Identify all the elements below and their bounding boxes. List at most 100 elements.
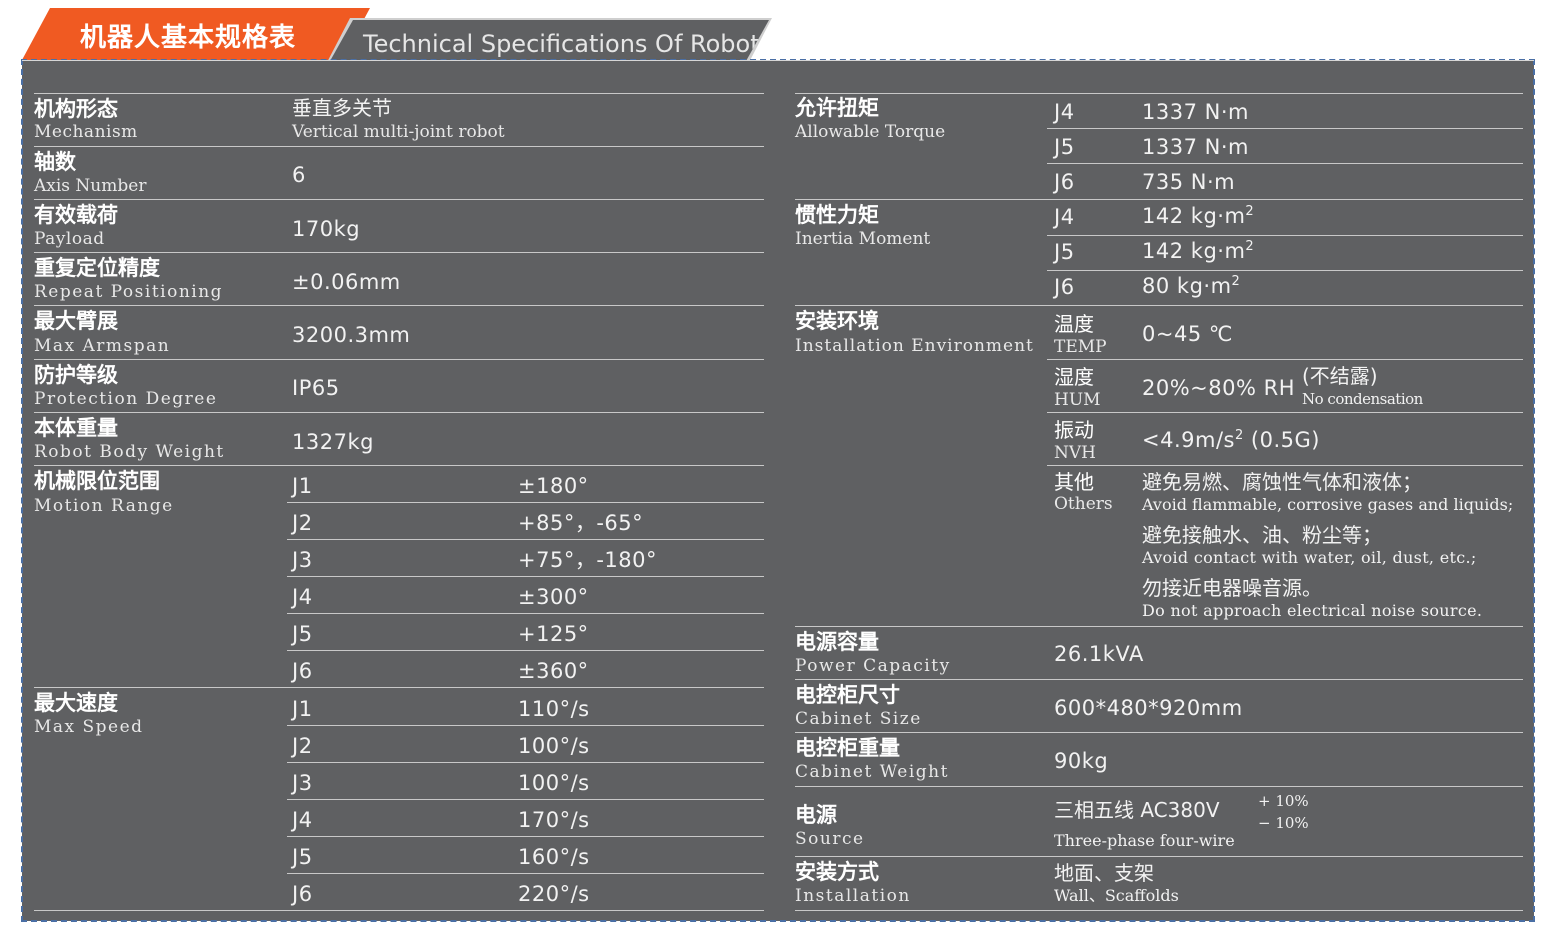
power-value: 26.1kVA bbox=[1054, 642, 1144, 666]
divider bbox=[795, 305, 1523, 306]
motion-value: ±360° bbox=[518, 659, 589, 683]
others-line-zh: 勿接近电器噪音源。 bbox=[1142, 576, 1322, 600]
speed-value: 170°/s bbox=[518, 808, 590, 832]
source-value-zh: 三相五线 AC380V bbox=[1054, 798, 1220, 822]
divider bbox=[34, 199, 764, 200]
motion-joint: J6 bbox=[292, 659, 313, 683]
divider bbox=[795, 93, 1523, 94]
divider bbox=[1047, 235, 1523, 236]
source-label-en: Source bbox=[795, 829, 865, 849]
speed-value: 100°/s bbox=[518, 771, 590, 795]
speed-joint: J5 bbox=[292, 845, 313, 869]
inertia-unit: kg·m bbox=[1190, 239, 1246, 263]
mechanism-value-en: Vertical multi-joint robot bbox=[292, 122, 505, 142]
divider bbox=[287, 725, 764, 726]
speed-label-zh: 最大速度 bbox=[34, 691, 118, 715]
divider bbox=[1047, 270, 1523, 271]
inertia-number: 142 bbox=[1142, 239, 1184, 263]
source-tol-minus: − 10% bbox=[1258, 814, 1309, 832]
torque-label-en: Allowable Torque bbox=[795, 122, 946, 142]
divider bbox=[1047, 359, 1523, 360]
torque-value: 735 N·m bbox=[1142, 170, 1236, 194]
payload-label-zh: 有效载荷 bbox=[34, 203, 118, 227]
temp-label-en: TEMP bbox=[1054, 337, 1107, 357]
motion-label-en: Motion Range bbox=[34, 496, 174, 516]
inertia-label-zh: 惯性力矩 bbox=[795, 203, 879, 227]
axis-value: 6 bbox=[292, 163, 306, 187]
motion-label-zh: 机械限位范围 bbox=[34, 469, 160, 493]
divider bbox=[34, 465, 764, 466]
divider bbox=[795, 856, 1523, 857]
mechanism-label-en: Mechanism bbox=[34, 122, 138, 142]
nvh-value: <4.9m/s2 (0.5G) bbox=[1142, 428, 1320, 452]
protection-value: IP65 bbox=[292, 376, 340, 400]
inertia-value: 142 kg·m2 bbox=[1142, 239, 1254, 263]
speed-value: 220°/s bbox=[518, 882, 590, 906]
divider bbox=[795, 199, 1523, 200]
armspan-value: 3200.3mm bbox=[292, 323, 411, 347]
motion-value: ±180° bbox=[518, 474, 589, 498]
inertia-unit-sup: 2 bbox=[1231, 274, 1241, 289]
others-line-en: Do not approach electrical noise source. bbox=[1142, 601, 1483, 620]
environment-label-zh: 安装环境 bbox=[795, 309, 879, 333]
nvh-value-post: (0.5G) bbox=[1243, 428, 1320, 452]
divider bbox=[287, 836, 764, 837]
cabinet-size-label-en: Cabinet Size bbox=[795, 709, 922, 729]
inertia-unit: kg·m bbox=[1176, 274, 1232, 298]
divider bbox=[34, 305, 764, 306]
divider bbox=[34, 910, 764, 911]
divider bbox=[34, 146, 764, 147]
motion-joint: J5 bbox=[292, 622, 313, 646]
motion-value: +85°，-65° bbox=[518, 511, 644, 535]
nvh-label-en: NVH bbox=[1054, 443, 1096, 463]
motion-joint: J1 bbox=[292, 474, 313, 498]
axis-label-zh: 轴数 bbox=[34, 150, 76, 174]
cabinet-weight-label-en: Cabinet Weight bbox=[795, 762, 949, 782]
armspan-label-zh: 最大臂展 bbox=[34, 309, 118, 333]
others-label-zh: 其他 bbox=[1054, 470, 1094, 494]
inertia-joint: J6 bbox=[1054, 275, 1075, 299]
hum-label-en: HUM bbox=[1054, 390, 1101, 410]
divider bbox=[34, 687, 764, 688]
mechanism-label-zh: 机构形态 bbox=[34, 97, 118, 121]
armspan-label-en: Max Armspan bbox=[34, 336, 171, 356]
speed-value: 110°/s bbox=[518, 697, 590, 721]
speed-joint: J6 bbox=[292, 882, 313, 906]
divider bbox=[287, 873, 764, 874]
divider bbox=[1047, 163, 1523, 164]
inertia-unit: kg·m bbox=[1190, 204, 1246, 228]
temp-label-zh: 温度 bbox=[1054, 312, 1094, 336]
divider bbox=[1047, 465, 1523, 466]
others-line-en: Avoid contact with water, oil, dust, etc… bbox=[1142, 548, 1477, 567]
inertia-unit-sup: 2 bbox=[1245, 239, 1255, 254]
torque-joint: J4 bbox=[1054, 100, 1075, 124]
hum-note-zh: (不结露) bbox=[1302, 364, 1378, 388]
title-zh: 机器人基本规格表 bbox=[80, 23, 297, 53]
axis-label-en: Axis Number bbox=[34, 176, 147, 196]
inertia-joint: J4 bbox=[1054, 205, 1075, 229]
power-label-zh: 电源容量 bbox=[795, 630, 879, 654]
divider bbox=[287, 762, 764, 763]
hum-value: 20%~80% RH bbox=[1142, 376, 1296, 400]
divider bbox=[795, 626, 1523, 627]
power-label-en: Power Capacity bbox=[795, 656, 951, 676]
speed-label-en: Max Speed bbox=[34, 717, 144, 737]
torque-value: 1337 N·m bbox=[1142, 135, 1249, 159]
divider bbox=[287, 799, 764, 800]
inertia-number: 142 bbox=[1142, 204, 1184, 228]
others-line-zh: 避免接触水、油、粉尘等； bbox=[1142, 523, 1382, 547]
divider bbox=[287, 613, 764, 614]
others-line-en: Avoid flammable, corrosive gases and liq… bbox=[1142, 495, 1514, 514]
temp-value: 0~45 ℃ bbox=[1142, 322, 1233, 346]
inertia-joint: J5 bbox=[1054, 240, 1075, 264]
weight-label-zh: 本体重量 bbox=[34, 416, 118, 440]
cabinet-size-label-zh: 电控柜尺寸 bbox=[795, 683, 900, 707]
divider bbox=[287, 539, 764, 540]
torque-joint: J5 bbox=[1054, 135, 1075, 159]
speed-joint: J1 bbox=[292, 697, 313, 721]
divider bbox=[34, 412, 764, 413]
hum-label-zh: 湿度 bbox=[1054, 365, 1094, 389]
nvh-value-main: <4.9m/s bbox=[1142, 428, 1235, 452]
repeat-label-en: Repeat Positioning bbox=[34, 282, 224, 302]
nvh-label-zh: 振动 bbox=[1054, 418, 1094, 442]
